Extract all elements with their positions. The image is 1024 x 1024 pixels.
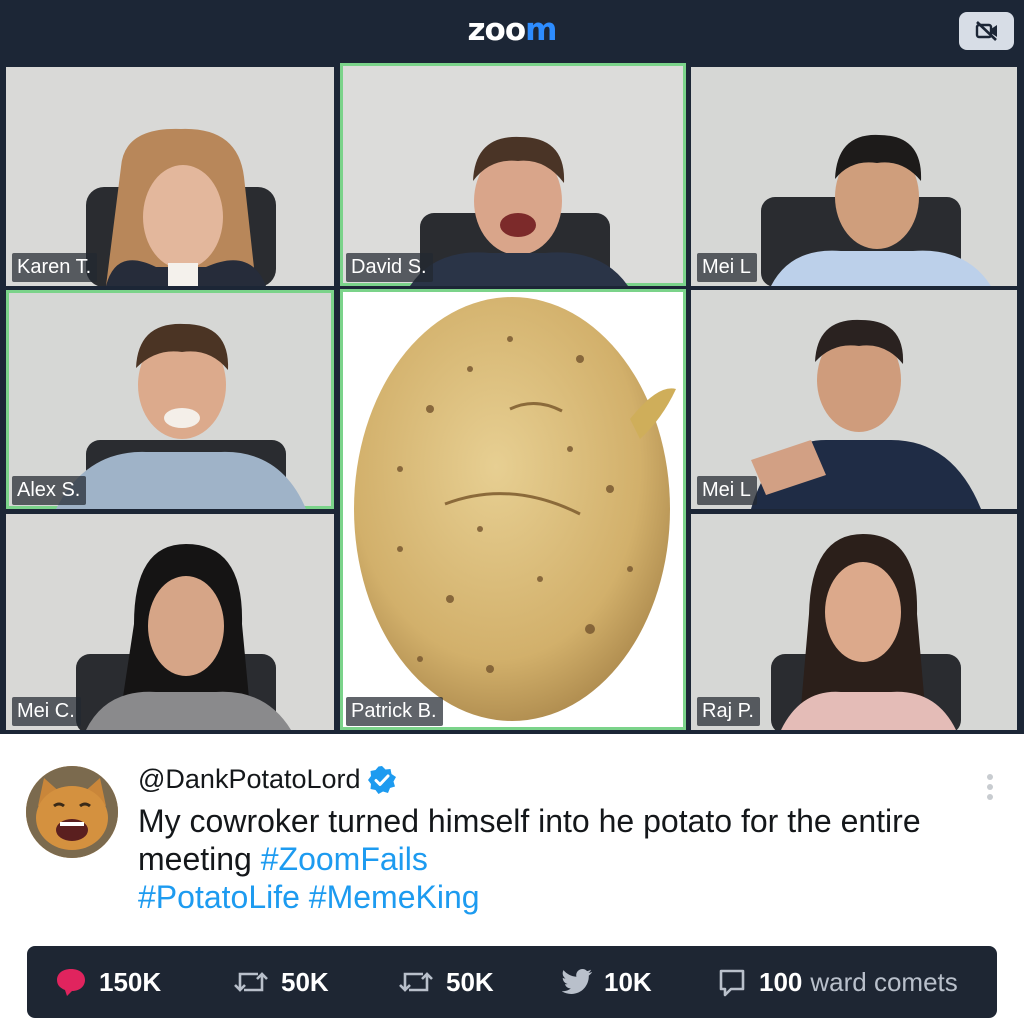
participant-tile[interactable]: Mei L [691, 67, 1017, 286]
retweet-icon [399, 972, 433, 992]
potato-video [354, 297, 676, 721]
avatar[interactable] [26, 766, 118, 858]
participant-name: Mei L [697, 253, 757, 282]
participant-tile[interactable]: Alex S. [6, 290, 334, 509]
laughing-cat-avatar-icon [26, 766, 118, 858]
tweet-card: @DankPotatoLord My cowroker turned himse… [0, 734, 1024, 1024]
zoom-header: zoom [0, 0, 1024, 62]
retweet-icon [234, 972, 268, 992]
retweet-count: 50K [446, 966, 494, 997]
tweet-body: My cowroker turned himself into he potat… [138, 803, 921, 877]
comment-button[interactable]: 100 ward comets [717, 946, 958, 1018]
comment-icon [719, 969, 745, 997]
hashtag-link[interactable]: #ZoomFails [261, 841, 428, 877]
participant-name: David S. [346, 253, 433, 282]
tweet-handle[interactable]: @DankPotatoLord [138, 764, 361, 795]
retweet-count: 50K [281, 966, 329, 997]
share-count: 10K [604, 966, 652, 997]
like-bubble-icon [57, 969, 85, 996]
share-button[interactable]: 10K [562, 946, 652, 1018]
hashtag-link[interactable]: #PotatoLife [138, 879, 300, 915]
participant-tile[interactable]: Mei L [691, 290, 1017, 509]
like-button[interactable]: 150K [55, 946, 161, 1018]
zoom-window: zoom Karen T. David S. Mei L Alex S. Pat… [0, 0, 1024, 734]
tweet-author[interactable]: @DankPotatoLord [138, 764, 397, 795]
comment-count: 100 [759, 966, 803, 997]
participant-tile[interactable]: Mei C. [6, 514, 334, 730]
participant-name: Mei C. [12, 697, 81, 726]
participant-name: Raj P. [697, 697, 760, 726]
participant-tile[interactable]: Karen T. [6, 67, 334, 286]
participant-tile[interactable]: David S. [340, 63, 686, 286]
more-options-icon[interactable] [980, 772, 1000, 802]
verified-badge-icon [367, 765, 396, 794]
zoom-logo: zoom [467, 12, 558, 48]
twitter-bird-icon [562, 969, 592, 994]
participant-tile[interactable]: Raj P. [691, 514, 1017, 730]
participant-name: Karen T. [12, 253, 98, 282]
like-count: 150K [99, 966, 162, 997]
participant-tile-potato[interactable]: Patrick B. [340, 289, 686, 730]
video-off-icon [975, 21, 997, 41]
comment-label: ward comets [810, 966, 958, 997]
hashtag-link[interactable]: #MemeKing [309, 879, 480, 915]
tweet-text: My cowroker turned himself into he potat… [138, 802, 938, 916]
participant-name: Mei L [697, 476, 757, 505]
video-toggle-button[interactable] [959, 12, 1014, 50]
retweet-button[interactable]: 50K [233, 946, 329, 1018]
participant-name: Alex S. [12, 476, 87, 505]
participant-name: Patrick B. [346, 697, 443, 726]
tweet-action-bar: 150K 50K 50K 10K 100 ward comets [27, 946, 997, 1018]
retweet-button[interactable]: 50K [398, 946, 494, 1018]
